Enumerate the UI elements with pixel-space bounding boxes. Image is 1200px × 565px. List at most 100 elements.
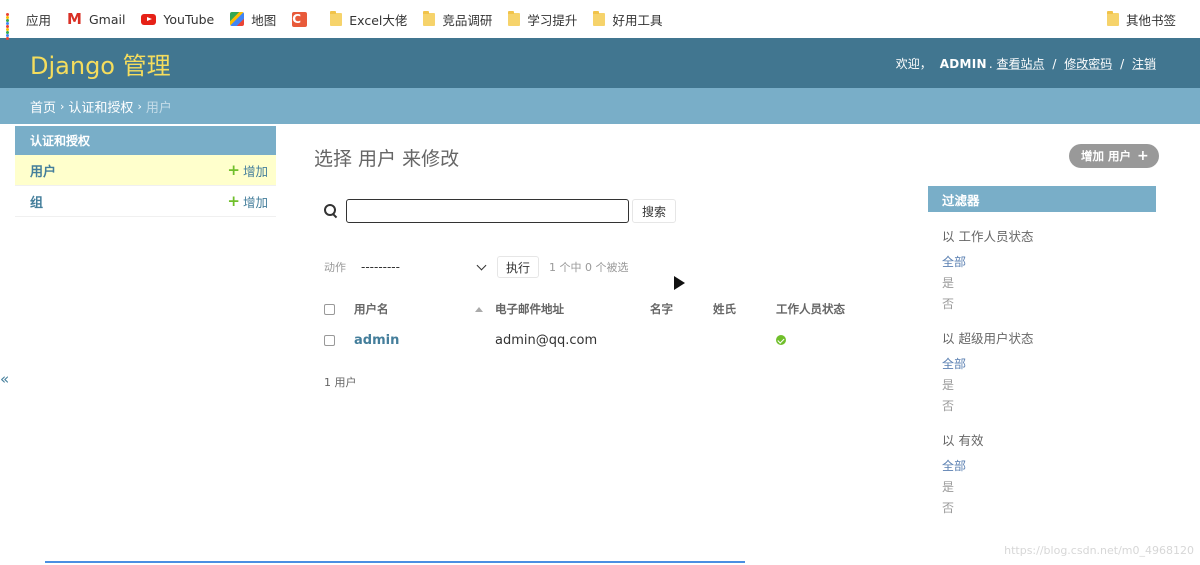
- bookmark-other[interactable]: 其他书签: [1106, 0, 1176, 38]
- play-icon[interactable]: [674, 276, 685, 290]
- username: ADMIN: [939, 56, 987, 71]
- column-label: 用户名: [354, 302, 389, 316]
- action-select[interactable]: ---------: [361, 256, 487, 278]
- bookmark-apps[interactable]: 应用: [6, 10, 51, 40]
- add-label: 增加: [242, 194, 268, 210]
- plus-icon: +: [1137, 148, 1149, 164]
- search-button[interactable]: 搜索: [632, 199, 677, 223]
- paginator: 1 用户: [324, 376, 357, 389]
- bookmark-youtube[interactable]: YouTube: [141, 12, 214, 27]
- folder-icon: [508, 10, 521, 26]
- watermark: https://blog.csdn.net/m0_4968120: [1004, 544, 1194, 557]
- filter-option-yes[interactable]: 是: [942, 374, 1156, 395]
- plus-icon: +: [227, 191, 240, 210]
- column-header-username[interactable]: 用户名: [354, 294, 495, 324]
- filter-group-is-staff: 以 工作人员状态 全部 是 否: [928, 226, 1156, 314]
- filter-option-no[interactable]: 否: [942, 497, 1156, 518]
- sidebar-item-label[interactable]: 用户: [30, 161, 56, 180]
- sidebar-item-users: 用户 + 增加: [15, 155, 276, 186]
- bookmark-label: 竞品调研: [442, 12, 493, 28]
- bookmark-maps[interactable]: 地图: [230, 10, 276, 29]
- folder-icon: [1106, 10, 1119, 26]
- site-brand[interactable]: Django 管理: [30, 46, 171, 81]
- changelist-filter: 过滤器 以 工作人员状态 全部 是 否 以 超级用户状态 全部 是 否 以 有效…: [928, 186, 1156, 518]
- bookmark-label: 地图: [251, 12, 277, 28]
- sidebar-add-group-link[interactable]: + 增加: [227, 192, 268, 211]
- change-password-link[interactable]: 修改密码: [1064, 57, 1112, 71]
- welcome-text: 欢迎，: [895, 56, 932, 71]
- breadcrumb: 首页 › 认证和授权 › 用户: [0, 88, 1200, 124]
- separator: /: [1052, 56, 1057, 71]
- cell-email: admin@qq.com: [495, 332, 598, 348]
- filter-option-label: 否: [942, 501, 955, 515]
- filter-option-label: 全部: [942, 459, 967, 473]
- select-all-cell: [314, 294, 354, 324]
- filter-option-yes[interactable]: 是: [942, 272, 1156, 293]
- filter-option-all[interactable]: 全部: [942, 251, 1156, 272]
- search-input[interactable]: [346, 199, 629, 223]
- bookmark-folder-excel[interactable]: Excel大佬: [330, 10, 407, 29]
- module-caption[interactable]: 认证和授权: [15, 126, 276, 155]
- filter-option-all[interactable]: 全部: [942, 455, 1156, 476]
- plus-icon: +: [227, 160, 240, 179]
- bookmark-label: 好用工具: [612, 12, 663, 28]
- filter-option-no[interactable]: 否: [942, 293, 1156, 314]
- add-user-button[interactable]: 增加 用户 +: [1069, 144, 1159, 168]
- chevron-down-icon: [476, 260, 487, 270]
- select-all-checkbox[interactable]: [324, 304, 335, 315]
- column-header-last-name[interactable]: 姓氏: [713, 294, 776, 324]
- sort-ascending-icon[interactable]: [474, 307, 483, 312]
- bookmark-folder-tools[interactable]: 好用工具: [593, 10, 662, 29]
- add-user-label: 增加 用户: [1081, 149, 1132, 163]
- toggle-nav-sidebar[interactable]: «: [0, 370, 9, 388]
- filter-option-label: 是: [942, 276, 955, 290]
- view-site-link[interactable]: 查看站点: [997, 57, 1045, 71]
- horizontal-scrollbar[interactable]: [45, 561, 745, 563]
- content: 选择 用户 来修改 搜索 动作 --------- 执行 1 个中 0 个被选: [314, 124, 914, 390]
- separator: /: [1120, 56, 1125, 71]
- search-toolbar: 搜索: [314, 196, 914, 226]
- filter-option-label: 是: [942, 378, 955, 392]
- folder-icon: [423, 10, 436, 26]
- column-header-first-name[interactable]: 名字: [650, 294, 713, 324]
- bookmark-folder-learning[interactable]: 学习提升: [508, 10, 577, 29]
- row-select-cell: [314, 324, 354, 356]
- filter-option-no[interactable]: 否: [942, 395, 1156, 416]
- filter-group-is-active: 以 有效 全部 是 否: [928, 430, 1156, 518]
- bookmark-folder-research[interactable]: 竞品调研: [423, 10, 492, 29]
- sidebar-add-user-link[interactable]: + 增加: [227, 161, 268, 180]
- action-counter: 1 个中 0 个被选: [549, 261, 629, 274]
- gmail-icon: M: [67, 10, 82, 28]
- action-label: 动作: [324, 261, 346, 274]
- user-link[interactable]: admin: [354, 333, 399, 348]
- filter-group-title: 以 有效: [942, 433, 984, 448]
- result-list: 用户名 电子邮件地址 名字 姓氏 工作人员状态 admin admin@qq.c…: [314, 294, 886, 356]
- apps-grid-icon: [6, 12, 19, 40]
- column-header-email[interactable]: 电子邮件地址: [495, 294, 650, 324]
- column-header-is-staff[interactable]: 工作人员状态: [776, 294, 886, 324]
- filter-title: 过滤器: [928, 186, 1156, 212]
- breadcrumb-app[interactable]: 认证和授权: [68, 97, 133, 116]
- filter-option-all[interactable]: 全部: [942, 353, 1156, 374]
- bookmark-label: 学习提升: [527, 12, 578, 28]
- logout-link[interactable]: 注销: [1132, 57, 1156, 71]
- row-checkbox[interactable]: [324, 334, 335, 346]
- bookmark-label: YouTube: [163, 11, 215, 27]
- bookmark-gmail[interactable]: M Gmail: [67, 10, 125, 28]
- filter-option-yes[interactable]: 是: [942, 476, 1156, 497]
- filter-option-label: 是: [942, 480, 955, 494]
- breadcrumb-current: 用户: [145, 100, 172, 116]
- bookmarks-bar: 应用 M Gmail YouTube 地图 C Excel大佬 竞品调研 学习提…: [0, 0, 1200, 40]
- go-button[interactable]: 执行: [497, 256, 540, 278]
- bookmark-c-app[interactable]: C: [292, 11, 314, 27]
- sidebar-item-label[interactable]: 组: [30, 192, 43, 211]
- nav-sidebar: 认证和授权 用户 + 增加 组 + 增加: [15, 126, 276, 217]
- filter-group-title: 以 工作人员状态: [942, 229, 1034, 244]
- filter-option-label: 全部: [942, 255, 967, 269]
- action-selected-value: ---------: [361, 260, 400, 274]
- breadcrumb-home[interactable]: 首页: [30, 97, 56, 116]
- cell-username: admin: [354, 324, 495, 356]
- filter-group-is-superuser: 以 超级用户状态 全部 是 否: [928, 328, 1156, 416]
- bookmark-label: Excel大佬: [349, 12, 408, 28]
- breadcrumb-separator: ›: [137, 99, 142, 113]
